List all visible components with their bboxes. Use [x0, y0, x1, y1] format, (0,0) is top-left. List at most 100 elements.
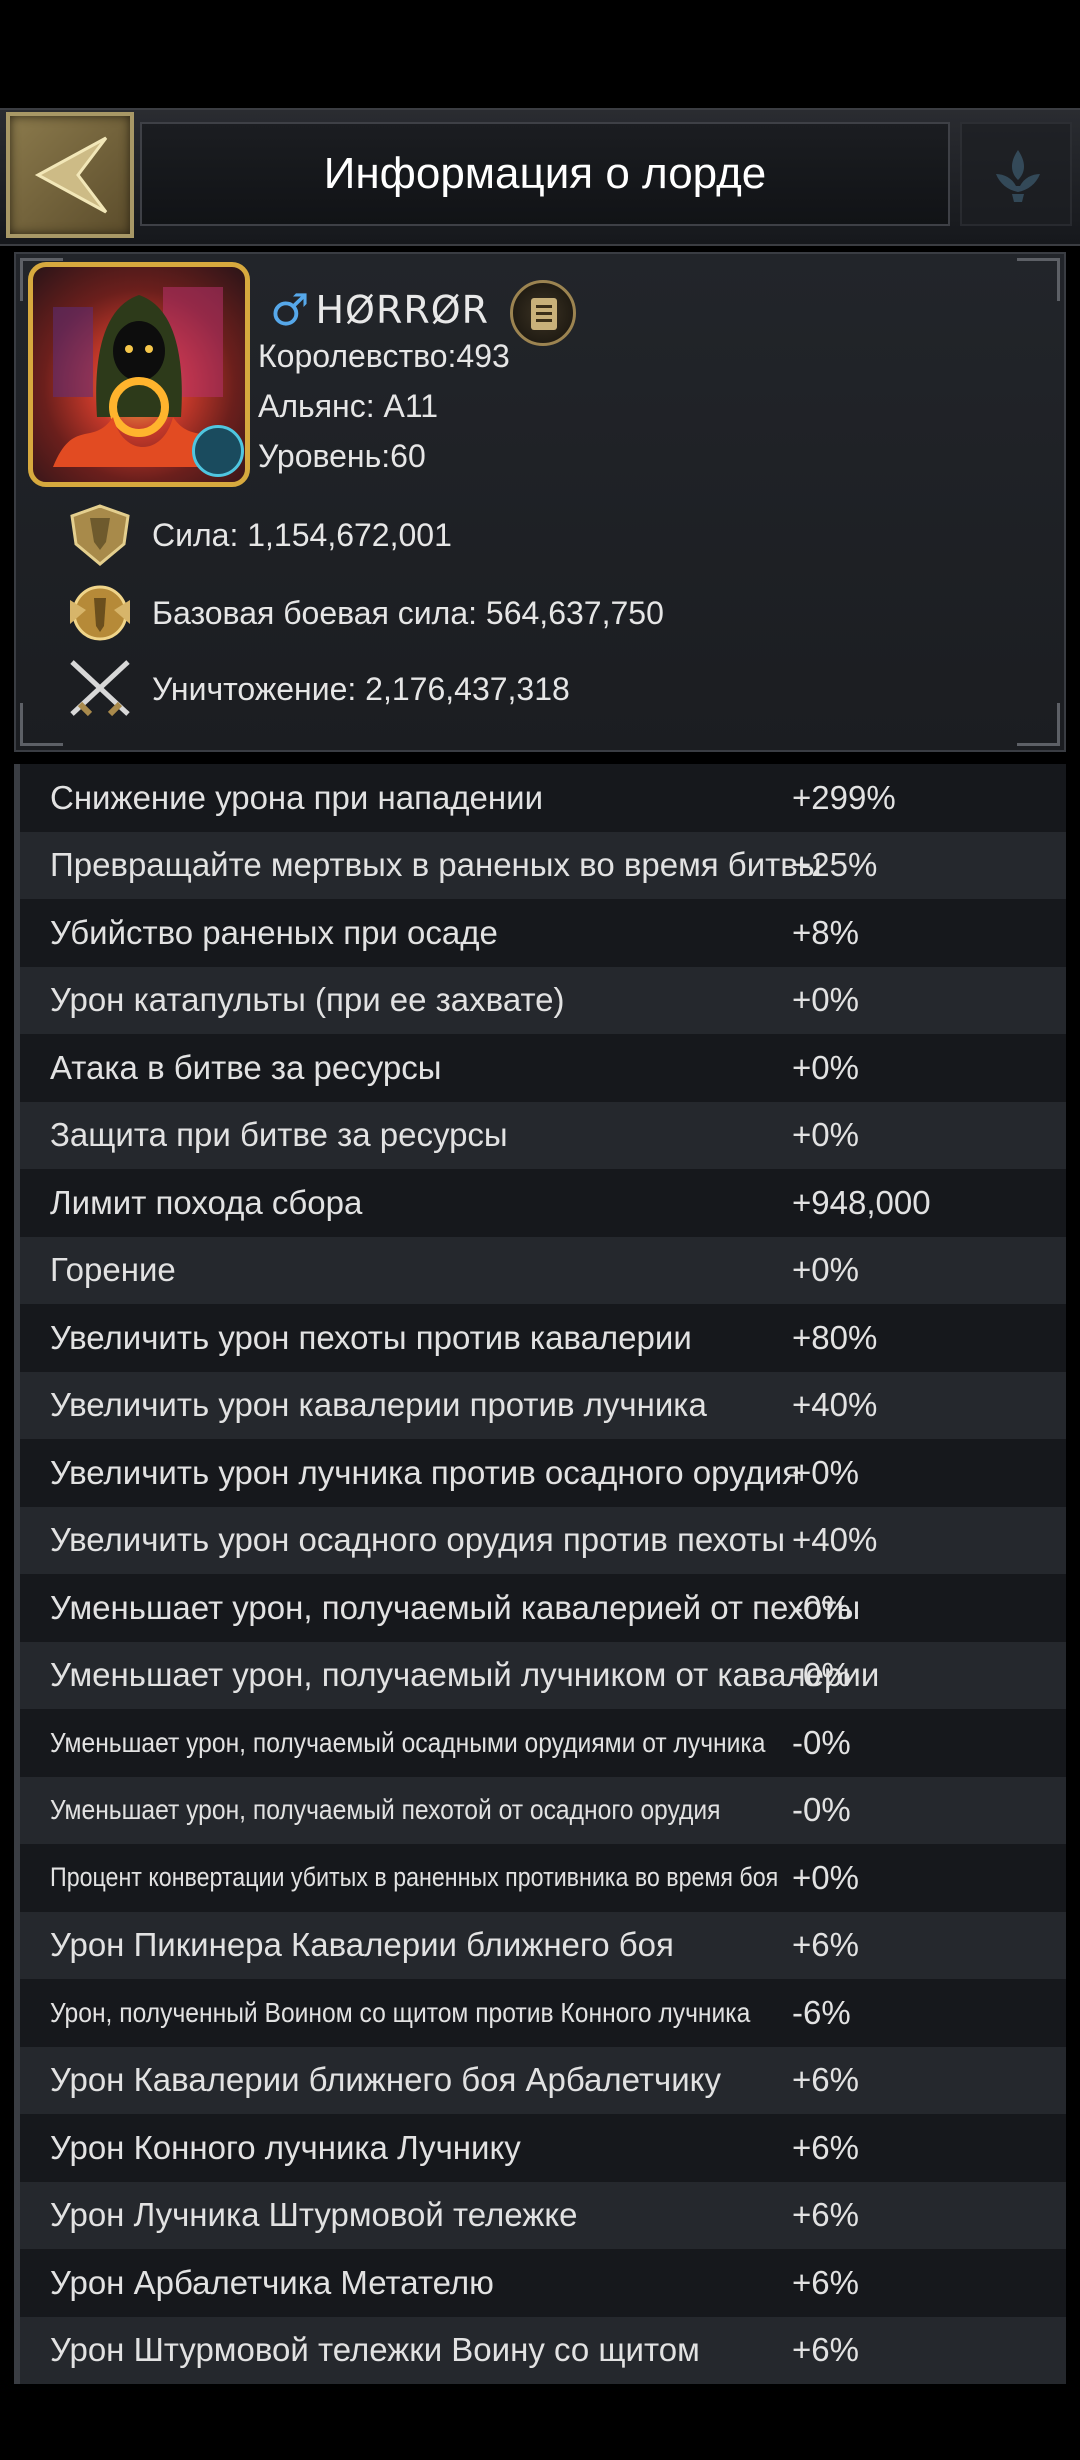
table-row: Уменьшает урон, получаемый кавалерией от… — [14, 1574, 1066, 1642]
emblem-button[interactable] — [960, 122, 1072, 226]
attribute-value: -0% — [792, 1656, 851, 1694]
table-row: Увеличить урон осадного орудия против пе… — [14, 1506, 1066, 1574]
table-row: Лимит похода сбора +948,000 — [14, 1169, 1066, 1237]
kills-text: Уничтожение: 2,176,437,318 — [152, 670, 570, 707]
page-title: Информация о лорде — [323, 149, 767, 198]
attribute-label: Урон Кавалерии ближнего боя Арбалетчику — [50, 2061, 721, 2099]
attribute-label: Лимит похода сбора — [50, 1183, 363, 1221]
attribute-label: Урон Пикинера Кавалерии ближнего боя — [50, 1926, 674, 1964]
attribute-value: +0% — [792, 1048, 859, 1086]
frame-corner — [1017, 703, 1060, 746]
name-row: ♂ HØRRØR — [270, 284, 489, 336]
attribute-value: +0% — [792, 1858, 859, 1896]
attribute-label: Уменьшает урон, получаемый лучником от к… — [50, 1656, 880, 1694]
attribute-label: Увеличить урон пехоты против кавалерии — [50, 1318, 692, 1356]
attribute-value: +0% — [792, 1251, 859, 1289]
table-row: Увеличить урон кавалерии против лучника +… — [14, 1371, 1066, 1439]
attribute-value: +80% — [792, 1318, 878, 1356]
attribute-label: Уменьшает урон, получаемый осадными оруд… — [50, 1726, 766, 1758]
attribute-value: +6% — [792, 2196, 859, 2234]
combat-emblem-icon — [70, 585, 130, 641]
attribute-value: +0% — [792, 1453, 859, 1491]
table-row: Урон катапульты (при ее захвате) +0% — [14, 966, 1066, 1034]
attribute-value: +0% — [792, 981, 859, 1019]
table-row: Процент конвертации убитых в раненных пр… — [14, 1844, 1066, 1912]
attribute-label: Урон Штурмовой тележки Воину со щитом — [50, 2331, 700, 2369]
attribute-value: -0% — [792, 1723, 851, 1761]
player-name: HØRRØR — [315, 288, 490, 332]
attribute-label: Урон катапульты (при ее захвате) — [50, 981, 565, 1019]
table-row: Урон Конного лучника Лучнику +6% — [14, 2114, 1066, 2182]
attribute-value: +6% — [792, 2128, 859, 2166]
table-row: Атака в битве за ресурсы +0% — [14, 1034, 1066, 1102]
table-row: Уменьшает урон, получаемый лучником от к… — [14, 1641, 1066, 1709]
rank-badge-icon — [192, 425, 244, 477]
attribute-label: Горение — [50, 1251, 176, 1289]
table-row: Увеличить урон пехоты против кавалерии +8… — [14, 1304, 1066, 1372]
attribute-label: Увеличить урон кавалерии против лучника — [50, 1386, 707, 1424]
attribute-value: +40% — [792, 1386, 878, 1424]
attribute-value: +6% — [792, 2331, 859, 2369]
table-row: Убийство раненых при осаде +8% — [14, 899, 1066, 967]
male-icon: ♂ — [270, 284, 310, 336]
table-row: Урон Штурмовой тележки Воину со щитом +6% — [14, 2316, 1066, 2384]
attribute-label: Превращайте мертвых в раненых во время б… — [50, 846, 822, 884]
table-row: Уменьшает урон, получаемый осадными оруд… — [14, 1709, 1066, 1777]
attribute-value: +6% — [792, 2061, 859, 2099]
table-row: Урон Арбалетчика Метателю +6% — [14, 2249, 1066, 2317]
table-rail — [14, 764, 20, 2384]
back-arrow-icon — [34, 136, 108, 214]
power-stat: Сила: 1,154,672,001 — [62, 500, 452, 570]
attribute-label: Урон Конного лучника Лучнику — [50, 2128, 521, 2166]
attribute-label: Процент конвертации убитых в раненных пр… — [50, 1862, 779, 1893]
power-text: Сила: 1,154,672,001 — [152, 516, 452, 553]
alliance-text: Альянс: A11 — [258, 388, 439, 424]
table-row: Уменьшает урон, получаемый пехотой от ос… — [14, 1776, 1066, 1844]
attribute-label: Уменьшает урон, получаемый пехотой от ос… — [50, 1794, 721, 1826]
power-shield-icon — [70, 504, 130, 566]
kills-stat: Уничтожение: 2,176,437,318 — [62, 654, 570, 724]
title-plate: Информация о лорде — [140, 122, 950, 226]
attribute-value: +40% — [792, 1521, 878, 1559]
crossed-swords-icon — [70, 660, 130, 717]
attribute-label: Урон Лучника Штурмовой тележке — [50, 2196, 578, 2234]
level-text: Уровень:60 — [258, 438, 426, 474]
table-row: Превращайте мертвых в раненых во время б… — [14, 831, 1066, 899]
attributes-table: Снижение урона при нападении +299% Превращ… — [14, 764, 1066, 2384]
attribute-label: Защита при битве за ресурсы — [50, 1116, 508, 1154]
attribute-label: Уменьшает урон, получаемый кавалерией от… — [50, 1588, 861, 1626]
fleur-icon — [996, 150, 1040, 202]
table-row: Урон Кавалерии ближнего боя Арбалетчику +… — [14, 2046, 1066, 2114]
back-button[interactable] — [6, 112, 134, 238]
attribute-value: +6% — [792, 1926, 859, 1964]
attribute-value: -0% — [792, 1588, 851, 1626]
attribute-label: Урон Арбалетчика Метателю — [50, 2263, 494, 2301]
base-combat-text: Базовая боевая сила: 564,637,750 — [152, 594, 664, 631]
attribute-value: +948,000 — [792, 1183, 931, 1221]
attribute-label: Убийство раненых при осаде — [50, 913, 498, 951]
table-row: Горение +0% — [14, 1236, 1066, 1304]
table-row: Снижение урона при нападении +299% — [14, 764, 1066, 832]
attribute-value: -0% — [792, 1791, 851, 1829]
table-row: Увеличить урон лучника против осадного о… — [14, 1439, 1066, 1507]
table-row: Урон, полученный Воином со щитом против … — [14, 1979, 1066, 2047]
attribute-label: Увеличить урон лучника против осадного о… — [50, 1453, 801, 1491]
attribute-label: Снижение урона при нападении — [50, 778, 544, 816]
attribute-value: +6% — [792, 2263, 859, 2301]
frame-corner — [1017, 258, 1060, 301]
attribute-value: +25% — [792, 846, 878, 884]
attribute-label: Урон, полученный Воином со щитом против … — [50, 1996, 751, 2028]
attribute-value: +299% — [792, 778, 896, 816]
table-row: Урон Лучника Штурмовой тележке +6% — [14, 2181, 1066, 2249]
document-icon — [531, 298, 557, 330]
attribute-label: Увеличить урон осадного орудия против пе… — [50, 1521, 786, 1559]
attribute-value: +0% — [792, 1116, 859, 1154]
attribute-value: -6% — [792, 1993, 851, 2031]
table-row: Защита при битве за ресурсы +0% — [14, 1101, 1066, 1169]
attribute-value: +8% — [792, 913, 859, 951]
base-combat-stat: Базовая боевая сила: 564,637,750 — [62, 578, 664, 648]
attribute-label: Атака в битве за ресурсы — [50, 1048, 442, 1086]
notes-button[interactable] — [510, 280, 576, 346]
table-row: Урон Пикинера Кавалерии ближнего боя +6% — [14, 1911, 1066, 1979]
kingdom-text: Королевство:493 — [258, 338, 510, 374]
